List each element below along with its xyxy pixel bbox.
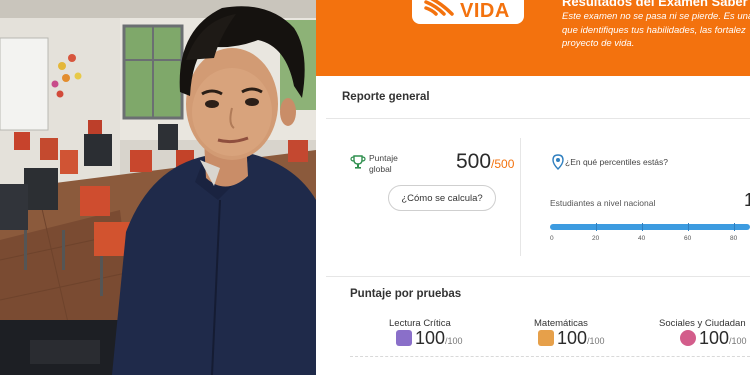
divider [326,276,750,277]
subject-score-value: 100 [699,328,730,348]
signal-waves-icon [424,0,454,16]
percentile-tick: 0 [550,235,554,242]
trophy-icon [350,155,366,169]
intro-line: Este examen no se pasa ni se pierde. Es … [562,11,750,22]
subject-score-matematicas: 100 /100 [538,328,605,349]
classroom-selfie-image [0,0,316,375]
how-calculated-button[interactable]: ¿Cómo se calcula? [388,185,496,211]
subject-score-max: /100 [587,336,605,346]
subject-score-max: /100 [729,336,747,346]
header-banner: VIDA Resultados del Examen Saber Este ex… [316,0,750,76]
student-photo [0,0,316,375]
tick-mark [734,223,735,231]
global-score-value: 500/500 [456,150,514,174]
percentile-question: ¿En qué percentiles estás? [565,157,669,167]
subject-score-value: 100 [415,328,446,348]
general-report-title: Reporte general [342,91,430,103]
divider [326,118,750,119]
card-separator [520,138,521,256]
header-title: Resultados del Examen Saber [562,0,748,9]
percentile-value: 1 [744,190,750,210]
subject-score-max: /100 [445,336,463,346]
score-value: 500 [456,150,492,173]
tick-mark [642,223,643,231]
header-intro-text: Este examen no se pasa ni se pierde. Es … [562,10,750,51]
percentile-tick: 20 [592,235,600,242]
logo-text: VIDA [460,0,510,22]
tick-mark [688,223,689,231]
scores-by-test-title: Puntaje por pruebas [350,288,462,300]
calculator-icon [538,330,554,346]
tick-mark [596,223,597,231]
intro-line: que identifiques tus habilidades, las fo… [562,24,746,36]
percentile-scope-label: Estudiantes a nivel nacional [550,198,656,208]
global-score-card: Puntaje global 500/500 ¿Cómo se calcula? [326,128,526,258]
book-icon [396,330,412,346]
percentile-tick: 40 [638,235,646,242]
globe-icon [680,330,696,346]
location-pin-icon [552,154,564,170]
global-score-label: Puntaje global [369,153,398,174]
chart-area-top [350,356,750,375]
score-max: /500 [491,157,515,171]
intro-line: proyecto de vida. [562,38,635,49]
subject-score-lectura: 100 /100 [396,328,463,349]
subject-score-sociales: 100 /100 [680,328,747,349]
logo: VIDA [412,0,524,24]
percentile-bar [550,224,750,230]
percentile-tick: 60 [684,235,692,242]
percentile-tick: 80 [730,235,738,242]
icfes-results-report: VIDA Resultados del Examen Saber Este ex… [316,0,750,375]
subject-score-value: 100 [557,328,588,348]
